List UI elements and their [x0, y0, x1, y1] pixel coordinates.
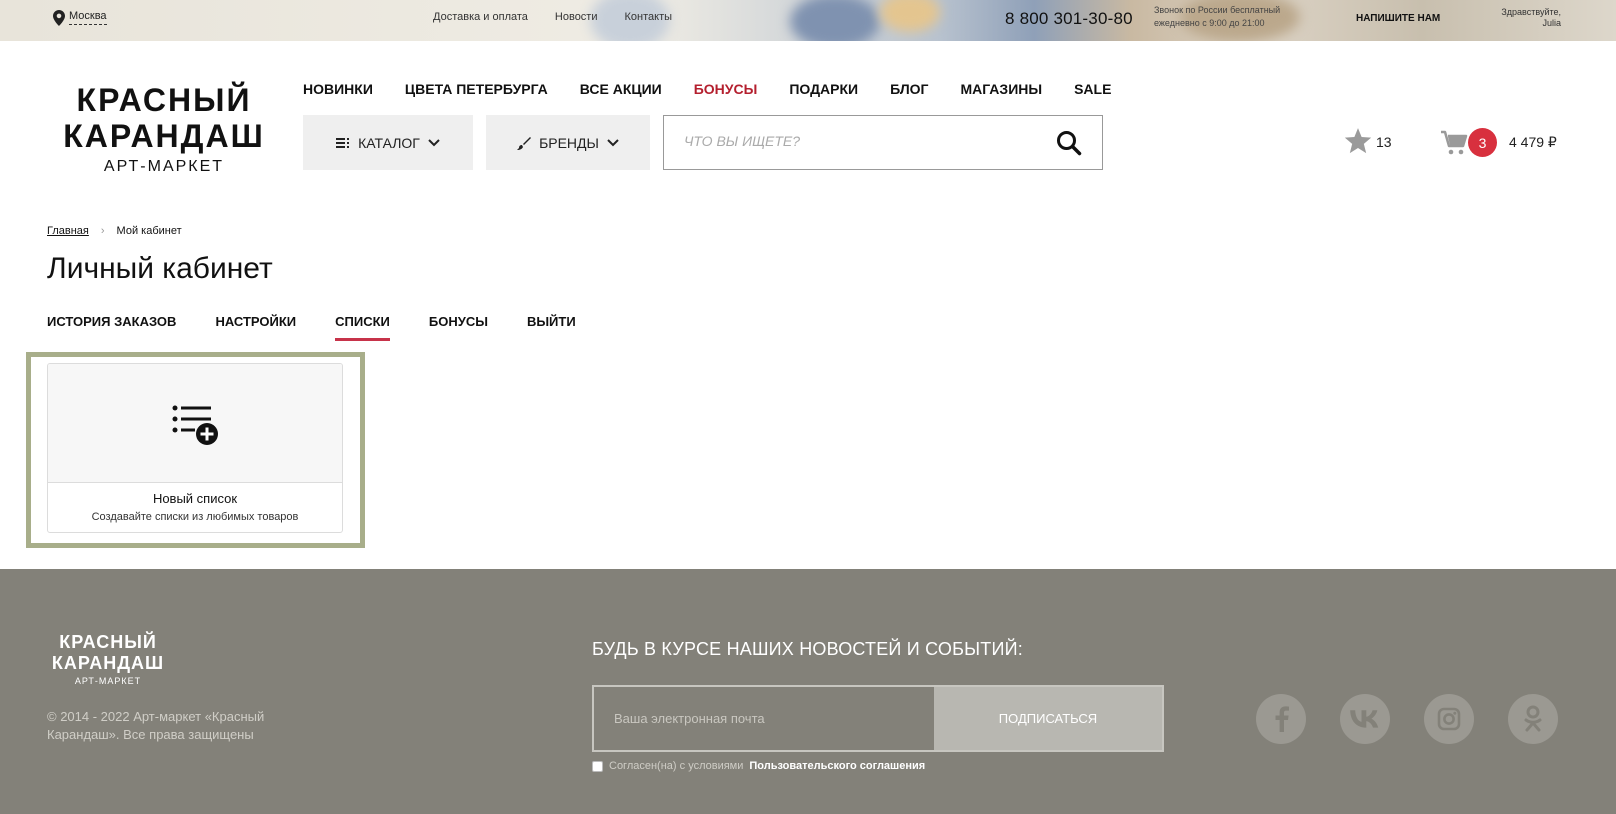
footer: КРАСНЫЙ КАРАНДАШ АРТ-МАРКЕТ © 2014 - 202… [0, 569, 1616, 814]
banner-decoration [880, 0, 940, 32]
agreement-row: Согласен(на) с условиями Пользовательско… [592, 760, 925, 772]
breadcrumb-home[interactable]: Главная [47, 225, 89, 237]
page-title: Личный кабинет [47, 252, 273, 285]
tab-order-history[interactable]: ИСТОРИЯ ЗАКАЗОВ [47, 314, 176, 341]
vk-icon[interactable] [1340, 694, 1390, 744]
newsletter-title: БУДЬ В КУРСЕ НАШИХ НОВОСТЕЙ И СОБЫТИЙ: [592, 639, 1023, 659]
search-box [663, 115, 1103, 170]
banner-decoration [790, 0, 880, 41]
breadcrumb-current: Мой кабинет [116, 225, 182, 237]
cart-total: 4 479 ₽ [1509, 134, 1557, 150]
star-icon [1344, 128, 1372, 154]
social-links [1256, 694, 1558, 744]
catalog-label: КАТАЛОГ [358, 134, 420, 151]
city-selector[interactable]: Москва [53, 10, 107, 26]
user-greeting[interactable]: Здравствуйте, Julia [1501, 7, 1561, 29]
email-field[interactable] [594, 687, 934, 750]
tab-logout[interactable]: ВЫЙТИ [527, 314, 576, 341]
tab-lists[interactable]: СПИСКИ [335, 314, 390, 341]
nav-item-bonuses[interactable]: БОНУСЫ [694, 81, 758, 97]
new-list-title: Новый список [152, 491, 238, 506]
nav-item-petersburg-colors[interactable]: ЦВЕТА ПЕТЕРБУРГА [405, 81, 548, 97]
nav-item-sale[interactable]: SALE [1074, 81, 1111, 97]
logo-line: КРАСНЫЙ [76, 82, 252, 118]
chevron-down-icon [428, 138, 440, 146]
cart-button[interactable]: 3 4 479 ₽ [1440, 128, 1557, 157]
phone-note-line: Звонок по России бесплатный [1154, 5, 1281, 15]
top-bar: Москва Доставка и оплата Новости Контакт… [0, 0, 1616, 41]
agreement-checkbox[interactable] [592, 760, 603, 772]
footer-logo-line: КАРАНДАШ [51, 653, 165, 673]
agreement-text: Согласен(на) с условиями [609, 760, 744, 772]
write-us-link[interactable]: НАПИШИТЕ НАМ [1356, 13, 1440, 24]
new-list-card[interactable]: Новый список Создавайте списки из любимы… [47, 363, 343, 533]
search-input[interactable] [684, 133, 1024, 149]
nav-item-stores[interactable]: МАГАЗИНЫ [960, 81, 1042, 97]
brands-button[interactable]: БРЕНДЫ [486, 115, 650, 170]
nav-item-new[interactable]: НОВИНКИ [303, 81, 373, 97]
brush-icon [517, 136, 532, 150]
phone-number[interactable]: 8 800 301-30-80 [1005, 9, 1133, 29]
catalog-list-icon [336, 137, 350, 148]
favorites-count: 13 [1376, 133, 1392, 150]
city-label[interactable]: Москва [69, 10, 107, 25]
facebook-icon[interactable] [1256, 694, 1306, 744]
nav-item-gifts[interactable]: ПОДАРКИ [789, 81, 858, 97]
phone-note: Звонок по России бесплатный ежедневно с … [1154, 4, 1304, 30]
phone-note-line: ежедневно с 9:00 до 21:00 [1154, 18, 1265, 28]
brands-label: БРЕНДЫ [539, 134, 599, 151]
instagram-icon[interactable] [1424, 694, 1474, 744]
odnoklassniki-icon[interactable] [1508, 694, 1558, 744]
catalog-button[interactable]: КАТАЛОГ [303, 115, 473, 170]
copyright-text: © 2014 - 2022 Арт-маркет «Красный Каранд… [47, 709, 265, 742]
link-contacts[interactable]: Контакты [625, 11, 673, 23]
breadcrumb-chevron-icon: › [100, 225, 105, 237]
user-name: Julia [1542, 18, 1561, 28]
link-news[interactable]: Новости [555, 11, 598, 23]
cart-count-badge: 3 [1468, 128, 1497, 157]
logo-line: КАРАНДАШ [63, 118, 265, 154]
nav-item-blog[interactable]: БЛОГ [890, 81, 928, 97]
location-pin-icon [53, 10, 65, 26]
favorites-button[interactable]: 13 [1344, 128, 1392, 155]
greeting-text: Здравствуйте, [1501, 7, 1561, 17]
logo-subtitle: АРТ-МАРКЕТ [103, 158, 225, 175]
main-nav: НОВИНКИ ЦВЕТА ПЕТЕРБУРГА ВСЕ АКЦИИ БОНУС… [303, 81, 1111, 97]
top-links: Доставка и оплата Новости Контакты [433, 11, 672, 23]
cart-icon [1441, 130, 1468, 154]
breadcrumb: Главная › Мой кабинет [47, 225, 182, 237]
footer-logo[interactable]: КРАСНЫЙ КАРАНДАШ АРТ-МАРКЕТ [47, 632, 169, 686]
nav-item-promotions[interactable]: ВСЕ АКЦИИ [580, 81, 662, 97]
subscribe-button[interactable]: ПОДПИСАТЬСЯ [934, 687, 1162, 750]
tab-bonuses[interactable]: БОНУСЫ [429, 314, 488, 341]
footer-logo-subtitle: АРТ-МАРКЕТ [74, 676, 142, 686]
new-list-card-image [48, 364, 342, 483]
agreement-link[interactable]: Пользовательского соглашения [749, 760, 925, 772]
chevron-down-icon [607, 138, 619, 146]
add-list-icon [172, 405, 218, 445]
newsletter-form: ПОДПИСАТЬСЯ [592, 685, 1164, 752]
footer-logo-line: КРАСНЫЙ [59, 632, 157, 652]
tab-settings[interactable]: НАСТРОЙКИ [215, 314, 296, 341]
account-tabs: ИСТОРИЯ ЗАКАЗОВ НАСТРОЙКИ СПИСКИ БОНУСЫ … [47, 314, 576, 341]
link-delivery[interactable]: Доставка и оплата [433, 11, 528, 23]
search-icon[interactable] [1056, 130, 1082, 156]
site-logo[interactable]: КРАСНЫЙ КАРАНДАШ АРТ-МАРКЕТ [55, 82, 273, 176]
new-list-subtitle: Создавайте списки из любимых товаров [91, 511, 299, 523]
